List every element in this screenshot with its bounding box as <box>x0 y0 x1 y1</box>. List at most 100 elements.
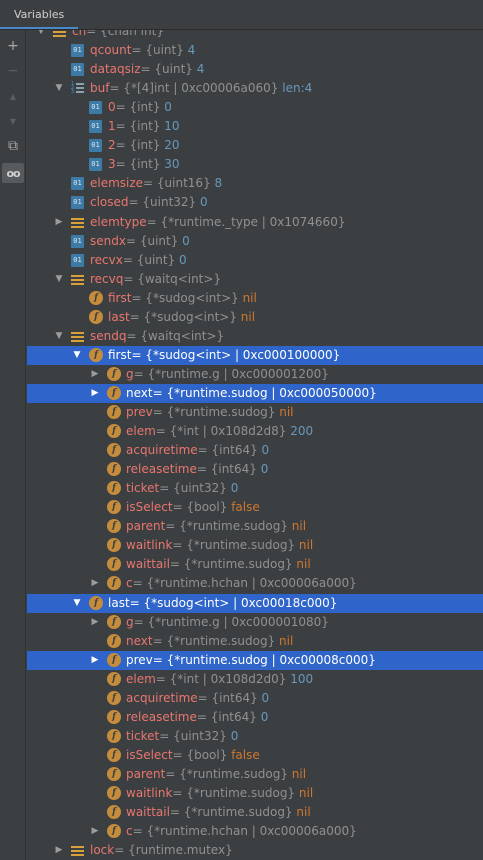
tree-row-last-15[interactable]: f last = {*sudog<int>} nil <box>27 308 483 327</box>
variables-tree[interactable]: ▼ ch = {chan int} 01 qcount = {uint} 4 01 dat… <box>27 30 483 860</box>
field-icon: f <box>89 348 103 362</box>
var-type: = {int} <box>115 138 161 152</box>
expand-arrow-icon[interactable]: ▶ <box>53 213 65 232</box>
var-type: = {uint} <box>140 62 193 76</box>
var-name: waitlink <box>126 538 173 552</box>
tree-row-elemsize-8[interactable]: 01 elemsize = {uint16} 8 <box>27 174 483 193</box>
var-name: g <box>126 367 134 381</box>
tree-row-buf-3[interactable]: ▼ 1 2 3 buf = {*[4]int | 0xc00006a060} len:4 <box>27 79 483 98</box>
field-icon: f <box>107 672 121 686</box>
var-name: isSelect <box>126 748 173 762</box>
tree-row-sendq-16[interactable]: ▼ sendq = {waitq<int>} <box>27 327 483 346</box>
tree-row-g-31[interactable]: ▶ f g = {*runtime.g | 0xc000001080} <box>27 613 483 632</box>
tree-row-parent-39[interactable]: f parent = {*runtime.sudog} nil <box>27 765 483 784</box>
tree-row-releasetime-23[interactable]: f releasetime = {int64} 0 <box>27 460 483 479</box>
var-value: nil <box>298 538 314 552</box>
var-type: = {int64} <box>197 443 258 457</box>
tree-row-2-6[interactable]: 01 2 = {int} 20 <box>27 136 483 155</box>
tree-row-c-29[interactable]: ▶ f c = {*runtime.hchan | 0xc00006a000} <box>27 574 483 593</box>
tree-row-next-19[interactable]: ▶ f next = {*runtime.sudog | 0xc000050000} <box>27 384 483 403</box>
tree-row-recvx-12[interactable]: 01 recvx = {uint} 0 <box>27 251 483 270</box>
tree-row-prev-20[interactable]: f prev = {*runtime.sudog} nil <box>27 403 483 422</box>
move-up-icon[interactable]: ▲ <box>2 86 24 106</box>
var-name: sendq <box>90 329 127 343</box>
tree-row-closed-9[interactable]: 01 closed = {uint32} 0 <box>27 193 483 212</box>
var-type: = {waitq<int>} <box>123 272 222 286</box>
var-name: waittail <box>126 805 170 819</box>
tree-row-ticket-24[interactable]: f ticket = {uint32} 0 <box>27 479 483 498</box>
var-name: buf <box>90 81 110 95</box>
expand-arrow-icon[interactable]: ▶ <box>89 384 101 403</box>
expand-arrow-icon[interactable]: ▶ <box>53 841 65 860</box>
tree-row-1-5[interactable]: 01 1 = {int} 10 <box>27 117 483 136</box>
var-value: 0 <box>261 691 270 705</box>
primitive-type-icon: 01 <box>71 196 84 209</box>
var-type: = {int} <box>115 157 161 171</box>
array-icon: 123 <box>71 82 84 95</box>
tree-row-sendx-11[interactable]: 01 sendx = {uint} 0 <box>27 232 483 251</box>
var-value: 0 <box>260 710 269 724</box>
collapse-arrow-icon[interactable]: ▼ <box>35 30 47 41</box>
primitive-type-icon: 01 <box>71 63 84 76</box>
tree-row-waittail-41[interactable]: f waittail = {*runtime.sudog} nil <box>27 803 483 822</box>
tree-row-c-42[interactable]: ▶ f c = {*runtime.hchan | 0xc00006a000} <box>27 822 483 841</box>
tree-row-elem-34[interactable]: f elem = {*int | 0x108d2d0} 100 <box>27 670 483 689</box>
field-icon: f <box>107 367 121 381</box>
expand-arrow-icon[interactable]: ▶ <box>89 613 101 632</box>
var-type: = {*runtime.g | 0xc000001200} <box>133 367 329 381</box>
tree-row-ch-0[interactable]: ▼ ch = {chan int} <box>27 30 483 41</box>
tree-row-first-14[interactable]: f first = {*sudog<int>} nil <box>27 289 483 308</box>
tree-row-qcount-1[interactable]: 01 qcount = {uint} 4 <box>27 41 483 60</box>
tree-row-prev-33[interactable]: ▶ f prev = {*runtime.sudog | 0xc00008c000} <box>27 651 483 670</box>
var-name: sendx <box>90 234 126 248</box>
collapse-arrow-icon[interactable]: ▼ <box>53 270 65 289</box>
tree-row-last-30[interactable]: ▼ f last = {*sudog<int> | 0xc00018c000} <box>27 594 483 613</box>
expand-arrow-icon[interactable]: ▶ <box>89 574 101 593</box>
glasses-icon[interactable]: oo <box>2 163 24 183</box>
field-icon: f <box>107 767 121 781</box>
var-type: = {*int | 0x108d2d8} <box>155 424 287 438</box>
tree-row-ticket-37[interactable]: f ticket = {uint32} 0 <box>27 727 483 746</box>
add-watch-icon[interactable]: + <box>2 36 24 56</box>
tree-row-waittail-28[interactable]: f waittail = {*runtime.sudog} nil <box>27 555 483 574</box>
tree-row-g-18[interactable]: ▶ f g = {*runtime.g | 0xc000001200} <box>27 365 483 384</box>
tree-row-elem-21[interactable]: f elem = {*int | 0x108d2d8} 200 <box>27 422 483 441</box>
expand-arrow-icon[interactable]: ▶ <box>89 651 101 670</box>
var-type: = {*int | 0x108d2d0} <box>155 672 287 686</box>
primitive-type-icon: 01 <box>71 254 84 267</box>
var-name: releasetime <box>126 710 197 724</box>
tree-row-recvq-13[interactable]: ▼ recvq = {waitq<int>} <box>27 270 483 289</box>
tree-row-waitlink-27[interactable]: f waitlink = {*runtime.sudog} nil <box>27 536 483 555</box>
tree-row-first-17[interactable]: ▼ f first = {*sudog<int> | 0xc000100000} <box>27 346 483 365</box>
var-type: = {uint} <box>125 234 179 248</box>
tab-variables[interactable]: Variables <box>0 0 79 29</box>
collapse-arrow-icon[interactable]: ▼ <box>71 594 83 613</box>
tree-row-next-32[interactable]: f next = {*runtime.sudog} nil <box>27 632 483 651</box>
copy-icon[interactable]: ⧉ <box>2 136 24 156</box>
tree-row-acquiretime-35[interactable]: f acquiretime = {int64} 0 <box>27 689 483 708</box>
tree-row-isSelect-38[interactable]: f isSelect = {bool} false <box>27 746 483 765</box>
var-name: recvq <box>90 272 124 286</box>
var-name: parent <box>126 767 166 781</box>
side-toolbar: + − ▲ ▼ ⧉ oo <box>0 30 26 860</box>
tree-row-dataqsiz-2[interactable]: 01 dataqsiz = {uint} 4 <box>27 60 483 79</box>
tree-row-3-7[interactable]: 01 3 = {int} 30 <box>27 155 483 174</box>
expand-arrow-icon[interactable]: ▶ <box>89 822 101 841</box>
collapse-arrow-icon[interactable]: ▼ <box>53 327 65 346</box>
var-name: releasetime <box>126 462 197 476</box>
tree-row-waitlink-40[interactable]: f waitlink = {*runtime.sudog} nil <box>27 784 483 803</box>
remove-watch-icon[interactable]: − <box>2 61 24 81</box>
expand-arrow-icon[interactable]: ▶ <box>89 365 101 384</box>
tree-row-isSelect-25[interactable]: f isSelect = {bool} false <box>27 498 483 517</box>
tree-row-releasetime-36[interactable]: f releasetime = {int64} 0 <box>27 708 483 727</box>
var-type: = {int} <box>115 119 161 133</box>
tree-row-acquiretime-22[interactable]: f acquiretime = {int64} 0 <box>27 441 483 460</box>
collapse-arrow-icon[interactable]: ▼ <box>71 346 83 365</box>
tree-row-0-4[interactable]: 01 0 = {int} 0 <box>27 98 483 117</box>
collapse-arrow-icon[interactable]: ▼ <box>53 79 65 98</box>
tree-row-elemtype-10[interactable]: ▶ elemtype = {*runtime._type | 0x1074660} <box>27 213 483 232</box>
tree-row-parent-26[interactable]: f parent = {*runtime.sudog} nil <box>27 517 483 536</box>
var-type: = {runtime.mutex} <box>114 843 233 857</box>
move-down-icon[interactable]: ▼ <box>2 111 24 131</box>
tree-row-lock-43[interactable]: ▶ lock = {runtime.mutex} <box>27 841 483 860</box>
